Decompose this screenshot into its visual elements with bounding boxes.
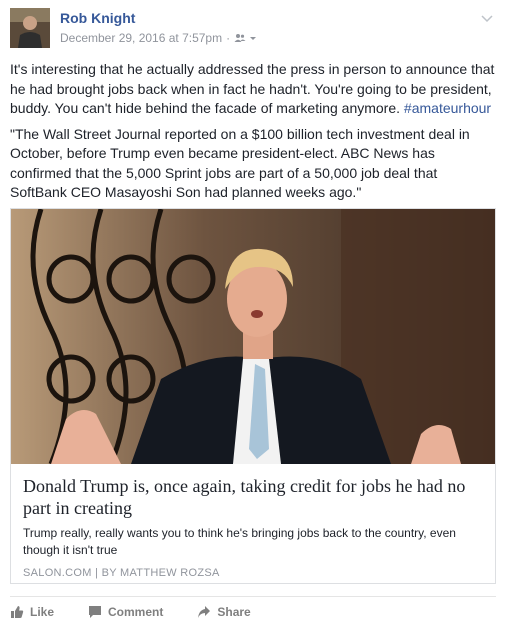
post-paragraph: It's interesting that he actually addres… <box>10 60 496 119</box>
audience-caret-icon <box>250 37 257 40</box>
meta-separator: · <box>226 31 231 45</box>
chevron-down-icon[interactable] <box>479 10 495 26</box>
timestamp[interactable]: December 29, 2016 at 7:57pm <box>60 31 222 45</box>
link-title[interactable]: Donald Trump is, once again, taking cred… <box>23 475 483 519</box>
share-button[interactable]: Share <box>197 604 251 619</box>
post-header: Rob Knight December 29, 2016 at 7:57pm · <box>10 8 495 52</box>
hashtag-link[interactable]: #amateurhour <box>404 100 491 116</box>
post-actions-bar: Like Comment Share <box>10 596 496 626</box>
share-icon <box>198 605 211 618</box>
like-button[interactable]: Like <box>10 605 54 619</box>
comment-icon <box>89 605 102 618</box>
like-label: Like <box>30 604 55 619</box>
audience-selector[interactable] <box>234 33 258 43</box>
thumbs-up-icon <box>11 605 24 618</box>
share-label: Share <box>217 604 251 619</box>
facebook-post: Rob Knight December 29, 2016 at 7:57pm ·… <box>0 0 505 626</box>
comment-button[interactable]: Comment <box>88 605 163 619</box>
comment-label: Comment <box>108 604 164 619</box>
link-description: Trump really, really wants you to think … <box>23 526 456 557</box>
link-preview-body: Donald Trump is, once again, taking cred… <box>11 465 495 583</box>
trump-photo <box>11 209 495 464</box>
link-source: SALON.COM | BY MATTHEW ROZSA <box>23 567 220 579</box>
link-preview-card[interactable]: Donald Trump is, once again, taking cred… <box>10 208 496 584</box>
author-name[interactable]: Rob Knight <box>60 10 135 26</box>
avatar[interactable] <box>10 8 50 48</box>
avatar-image <box>10 8 50 48</box>
post-text: It's interesting that he actually addres… <box>10 60 496 209</box>
post-quote: "The Wall Street Journal reported on a $… <box>10 125 470 201</box>
link-preview-image[interactable] <box>11 209 495 464</box>
post-meta: December 29, 2016 at 7:57pm · <box>60 31 258 45</box>
friends-icon <box>234 34 246 42</box>
